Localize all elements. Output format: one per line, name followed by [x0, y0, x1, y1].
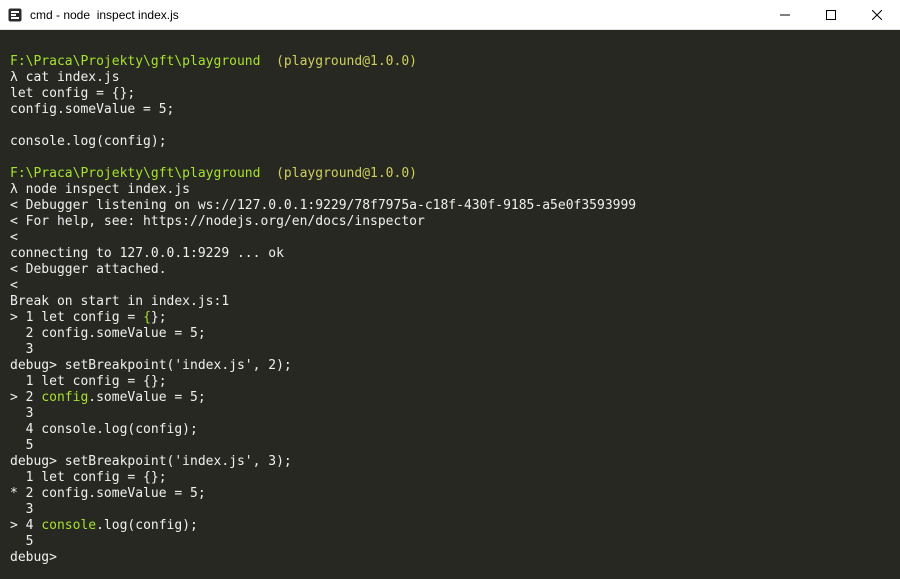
- terminal-text: <: [10, 230, 18, 245]
- terminal-line: config.someValue = 5;: [10, 102, 900, 118]
- terminal-line: 1 let config = {};: [10, 470, 900, 486]
- terminal-output[interactable]: F:\Praca\Projekty\gft\playground (playgr…: [0, 30, 900, 579]
- terminal-line: debug>: [10, 550, 900, 566]
- terminal-text: {: [143, 310, 151, 325]
- terminal-text: .log(config);: [96, 518, 198, 533]
- terminal-line: F:\Praca\Projekty\gft\playground (playgr…: [10, 54, 900, 70]
- terminal-text: < Debugger attached.: [10, 262, 167, 277]
- terminal-line: 3: [10, 502, 900, 518]
- terminal-text: debug> setBreakpoint('index.js', 3);: [10, 454, 292, 469]
- terminal-text: 2 config.someValue = 5;: [10, 326, 206, 341]
- terminal-text: λ cat index.js: [10, 70, 120, 85]
- terminal-text: debug> setBreakpoint('index.js', 2);: [10, 358, 292, 373]
- terminal-line: 5: [10, 438, 900, 454]
- terminal-line: * 2 config.someValue = 5;: [10, 486, 900, 502]
- title-bar[interactable]: cmd - node inspect index.js: [0, 0, 900, 30]
- terminal-text: 3: [10, 502, 34, 517]
- terminal-text: debug>: [10, 550, 57, 565]
- terminal-line: < Debugger attached.: [10, 262, 900, 278]
- terminal-text: (playground@1.0.0): [276, 166, 417, 181]
- terminal-line: debug> setBreakpoint('index.js', 3);: [10, 454, 900, 470]
- terminal-line: 4 console.log(config);: [10, 422, 900, 438]
- close-icon: [872, 9, 882, 20]
- terminal-line: console.log(config);: [10, 134, 900, 150]
- maximize-icon: [826, 9, 836, 20]
- maximize-button[interactable]: [808, 0, 854, 30]
- terminal-line: 2 config.someValue = 5;: [10, 326, 900, 342]
- terminal-text: < Debugger listening on ws://127.0.0.1:9…: [10, 198, 637, 213]
- terminal-text: connecting to 127.0.0.1:9229 ... ok: [10, 246, 284, 261]
- terminal-line: λ cat index.js: [10, 70, 900, 86]
- terminal-text: <: [10, 278, 18, 293]
- terminal-line: λ node inspect index.js: [10, 182, 900, 198]
- terminal-line: F:\Praca\Projekty\gft\playground (playgr…: [10, 166, 900, 182]
- terminal-text: 4 console.log(config);: [10, 422, 198, 437]
- terminal-text: 3: [10, 406, 34, 421]
- terminal-text: };: [150, 310, 167, 325]
- close-button[interactable]: [854, 0, 900, 30]
- terminal-window: cmd - node inspect index.js F:\Praca\Pro…: [0, 0, 900, 579]
- terminal-text: config: [41, 390, 89, 405]
- terminal-line: <: [10, 278, 900, 294]
- terminal-text: > 2: [10, 390, 42, 405]
- terminal-line: let config = {};: [10, 86, 900, 102]
- minimize-icon: [780, 14, 790, 15]
- terminal-text: 5: [10, 438, 34, 453]
- terminal-text: 3: [10, 342, 34, 357]
- terminal-text: config.someValue = 5;: [10, 102, 175, 117]
- terminal-line: > 4 console.log(config);: [10, 518, 900, 534]
- terminal-text: λ node inspect index.js: [10, 182, 191, 197]
- terminal-line: < Debugger listening on ws://127.0.0.1:9…: [10, 198, 900, 214]
- cmder-icon: [8, 8, 22, 22]
- terminal-line: 5: [10, 534, 900, 550]
- terminal-text: .someValue = 5;: [88, 390, 206, 405]
- terminal-line: debug> setBreakpoint('index.js', 2);: [10, 358, 900, 374]
- terminal-text: let config = {};: [10, 86, 136, 101]
- terminal-text: * 2 config.someValue = 5;: [10, 486, 206, 501]
- minimize-button[interactable]: [762, 0, 808, 30]
- terminal-text: console.log(config);: [10, 134, 167, 149]
- terminal-line: Break on start in index.js:1: [10, 294, 900, 310]
- terminal-line: connecting to 127.0.0.1:9229 ... ok: [10, 246, 900, 262]
- terminal-text: > 1 let config =: [10, 310, 144, 325]
- terminal-text: 5: [10, 534, 34, 549]
- terminal-line: < For help, see: https://nodejs.org/en/d…: [10, 214, 900, 230]
- terminal-text: 1 let config = {};: [10, 374, 167, 389]
- terminal-line: <: [10, 230, 900, 246]
- terminal-line: 3: [10, 406, 900, 422]
- terminal-text: > 4: [10, 518, 42, 533]
- terminal-text: Break on start in index.js:1: [10, 294, 230, 309]
- terminal-line: > 1 let config = {};: [10, 310, 900, 326]
- terminal-text: console: [41, 518, 97, 533]
- terminal-line: > 2 config.someValue = 5;: [10, 390, 900, 406]
- terminal-text: (playground@1.0.0): [276, 54, 417, 69]
- window-title: cmd - node inspect index.js: [30, 7, 179, 22]
- terminal-text: F:\Praca\Projekty\gft\playground: [10, 166, 261, 181]
- terminal-line: 3: [10, 342, 900, 358]
- terminal-line: 1 let config = {};: [10, 374, 900, 390]
- terminal-text: F:\Praca\Projekty\gft\playground: [10, 54, 261, 69]
- terminal-text: < For help, see: https://nodejs.org/en/d…: [10, 214, 425, 229]
- terminal-text: 1 let config = {};: [10, 470, 167, 485]
